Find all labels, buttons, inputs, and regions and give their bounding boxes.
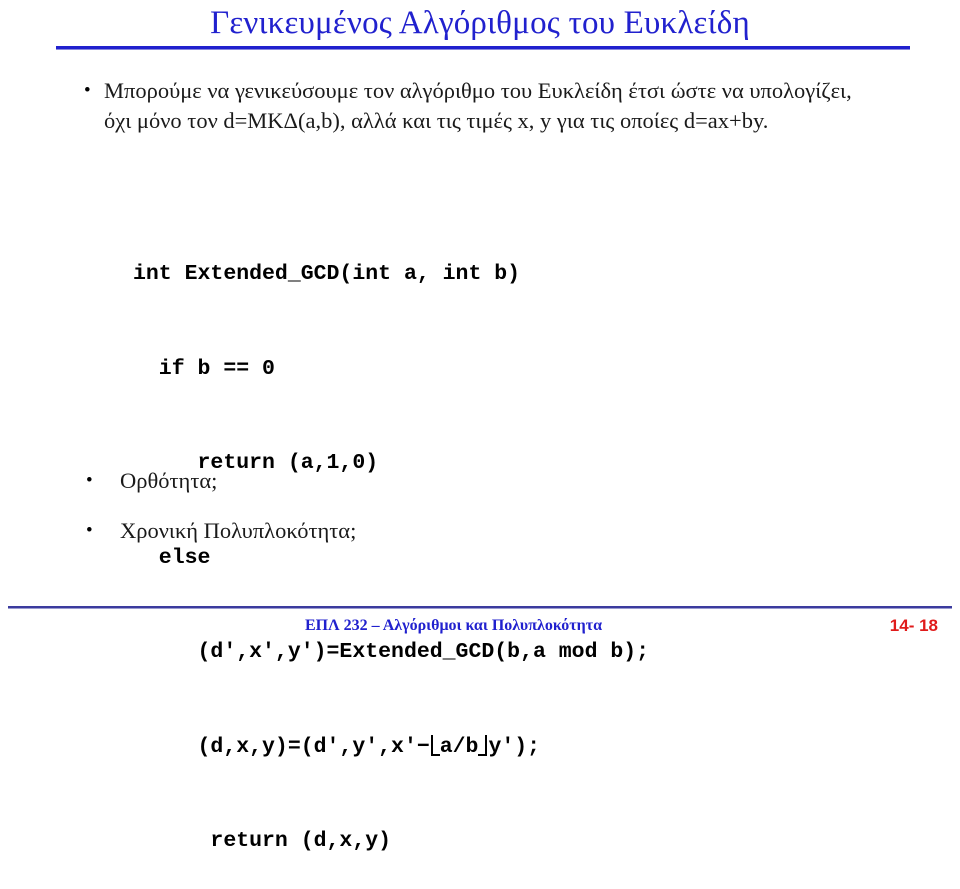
floor-left-bracket-icon <box>430 734 440 756</box>
code-line-1: int Extended_GCD(int a, int b) <box>133 262 521 286</box>
code-line-4: else <box>133 545 211 570</box>
footer-page-number: 14- 18 <box>889 616 938 635</box>
code-line-6-suffix: y′); <box>488 734 541 759</box>
floor-right-bracket-icon <box>478 734 488 756</box>
code-line-6-prefix: (d,x,y)=(d′,y′,x′− <box>133 734 430 759</box>
footer-course-label: ΕΠΛ 232 – Αλγόριθμοι και Πολυπλοκότητα <box>305 617 603 634</box>
code-line-5: (d′,x′,y′)=Extended_GCD(b,a mod b); <box>133 640 650 664</box>
floor-content: a/b <box>439 734 479 759</box>
title-underline-rule <box>56 46 910 50</box>
bullet-complexity-text: Χρονική Πολυπλοκότητα; <box>120 518 357 543</box>
bullet-correctness-text: Ορθότητα; <box>120 468 218 493</box>
page-title: Γενικευμένος Αλγόριθμος του Ευκλείδη <box>210 5 750 41</box>
bullet-marker-icon: • <box>86 520 93 541</box>
code-line-2: if b == 0 <box>133 356 275 381</box>
bullet-marker-icon: • <box>84 80 91 101</box>
code-line-6: (d,x,y)=(d′,y′,x′− a/b y′); <box>133 732 649 764</box>
list-item: • Ορθότητα; <box>86 466 217 496</box>
list-item: • Χρονική Πολυπλοκότητα; <box>86 516 356 546</box>
code-line-7: return (d,x,y) <box>133 829 392 853</box>
footer-divider <box>8 606 952 609</box>
list-item: • Μπορούμε να γενικεύσουμε τον αλγόριθμο… <box>84 76 874 135</box>
bullet-intro-text: Μπορούμε να γενικεύσουμε τον αλγόριθμο τ… <box>104 78 852 133</box>
bullet-marker-icon: • <box>86 470 93 491</box>
floor-bracket-expression: a/b <box>430 732 489 764</box>
